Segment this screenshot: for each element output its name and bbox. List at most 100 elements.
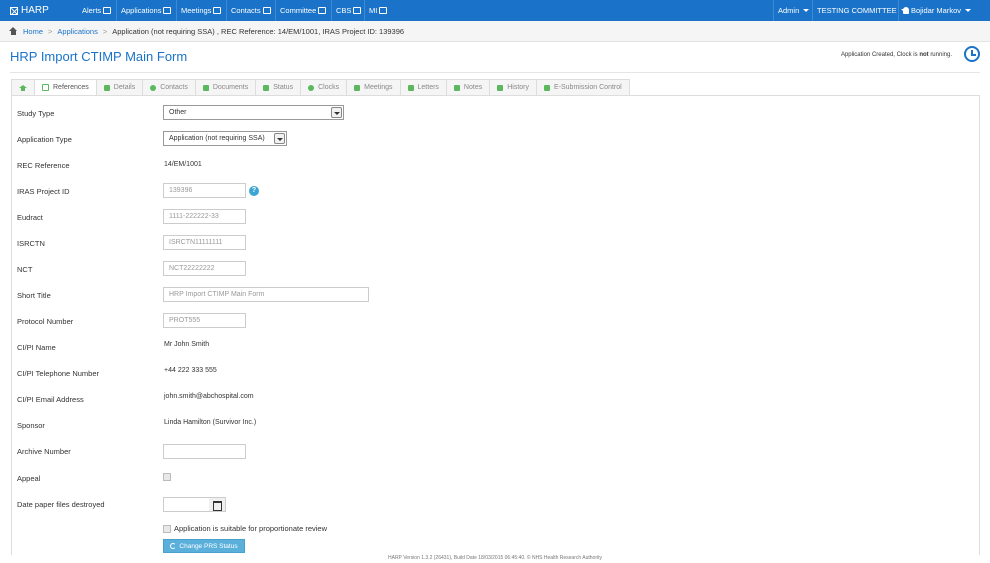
application-type-label: Application Type <box>17 135 72 144</box>
brand-logo[interactable]: HARP <box>10 0 49 21</box>
clock-icon[interactable] <box>964 46 980 62</box>
isrctn-label: ISRCTN <box>17 239 45 248</box>
nav-applications[interactable]: Applications <box>116 0 175 21</box>
short-title-input[interactable]: HRP Import CTIMP Main Form <box>163 287 369 302</box>
sponsor-value: Linda Hamilton (Survivor Inc.) <box>164 419 257 426</box>
brand-label: HARP <box>21 5 49 16</box>
tab-details-label: Details <box>113 84 136 91</box>
nav-alerts[interactable]: Alerts <box>78 0 115 21</box>
tab-references-label: References <box>53 84 89 91</box>
eudract-input[interactable]: 1111-222222-33 <box>163 209 246 224</box>
ci-pi-telephone-label: CI/PI Telephone Number <box>17 369 99 378</box>
tab-notes[interactable]: Notes <box>445 79 490 96</box>
breadcrumb-applications[interactable]: Applications <box>57 27 97 36</box>
top-navbar: HARP Alerts Applications Meetings Contac… <box>0 0 990 21</box>
application-type-value: Application (not requiring SSA) <box>169 135 265 142</box>
caret-down-icon <box>965 9 972 12</box>
tab-history[interactable]: History <box>489 79 536 96</box>
protocol-number-label: Protocol Number <box>17 317 74 326</box>
tab-contacts[interactable]: Contacts <box>142 79 195 96</box>
tab-letters[interactable]: Letters <box>399 79 446 96</box>
ci-pi-email-value: john.smith@abchospital.com <box>164 393 254 400</box>
nav-mi[interactable]: MI <box>364 0 391 21</box>
document-icon <box>544 84 550 91</box>
envelope-icon <box>407 84 414 91</box>
clock-status-bold: not <box>919 52 929 58</box>
harp-logo-icon <box>10 6 18 15</box>
proportionate-review-checkbox[interactable] <box>163 525 171 533</box>
tab-home[interactable] <box>11 79 34 96</box>
tab-references[interactable]: References <box>34 79 96 96</box>
paperclip-icon <box>202 84 209 91</box>
nav-user-label: Bojidar Markov <box>911 6 962 15</box>
home-icon <box>9 27 18 35</box>
nav-meetings[interactable]: Meetings <box>176 0 225 21</box>
nav-user-dropdown[interactable]: Bojidar Markov <box>898 0 975 21</box>
nct-input[interactable]: NCT22222222 <box>163 261 246 276</box>
tab-notes-label: Notes <box>463 84 483 91</box>
ci-pi-name-value: Mr John Smith <box>164 341 210 348</box>
archive-number-input[interactable] <box>163 444 246 459</box>
tab-letters-label: Letters <box>417 84 439 91</box>
tab-clocks[interactable]: Clocks <box>300 79 347 96</box>
appeal-label: Appeal <box>17 474 41 483</box>
refresh-icon <box>170 543 177 549</box>
home-icon <box>19 84 27 91</box>
rec-reference-value: 14/EM/1001 <box>164 161 202 168</box>
ci-pi-telephone-value: +44 222 333 555 <box>164 367 217 374</box>
tab-meetings-label: Meetings <box>364 84 393 91</box>
nav-alerts-label: Alerts <box>82 6 102 15</box>
tab-status-label: Status <box>273 84 294 91</box>
isrctn-input[interactable]: ISRCTN11111111 <box>163 235 246 250</box>
tab-e-submission-label: E-Submission Control <box>554 84 622 91</box>
pencil-icon <box>453 84 460 91</box>
iras-project-id-input[interactable]: 139396 <box>163 183 246 198</box>
clock-icon <box>308 84 315 91</box>
nav-meetings-label: Meetings <box>181 6 212 15</box>
protocol-number-input[interactable]: PROT555 <box>163 313 246 328</box>
date-paper-destroyed-input[interactable] <box>163 497 210 512</box>
short-title-label: Short Title <box>17 291 51 300</box>
title-divider <box>10 72 980 73</box>
tab-documents-label: Documents <box>212 84 249 91</box>
tab-status[interactable]: Status <box>255 79 301 96</box>
chevron-down-icon <box>331 107 342 118</box>
tab-details[interactable]: Details <box>95 79 143 96</box>
history-icon <box>497 84 504 91</box>
group-icon <box>318 7 327 14</box>
eudract-label: Eudract <box>17 213 43 222</box>
nav-contacts-label: Contacts <box>231 6 261 15</box>
application-type-select[interactable]: Application (not requiring SSA) <box>163 131 287 146</box>
nav-admin-dropdown[interactable]: Admin <box>773 0 813 21</box>
calendar-icon <box>354 84 361 91</box>
nav-mi-label: MI <box>369 6 378 15</box>
edit-icon <box>42 84 49 91</box>
nav-committee[interactable]: Committee <box>275 0 330 21</box>
iras-project-id-label: IRAS Project ID <box>17 187 70 196</box>
monitor-icon <box>103 7 112 14</box>
checkbox-icon <box>353 7 362 14</box>
tab-documents[interactable]: Documents <box>194 79 256 96</box>
nav-admin-label: Admin <box>778 6 800 15</box>
appeal-checkbox[interactable] <box>163 473 171 481</box>
breadcrumb-home[interactable]: Home <box>23 27 43 36</box>
nav-contacts[interactable]: Contacts <box>226 0 275 21</box>
book-icon <box>103 84 110 91</box>
tab-meetings[interactable]: Meetings <box>346 79 400 96</box>
nav-cbs[interactable]: CBS <box>331 0 365 21</box>
proportionate-review-label: Application is suitable for proportionat… <box>174 524 327 533</box>
study-type-select[interactable]: Other <box>163 105 344 120</box>
tab-e-submission-control[interactable]: E-Submission Control <box>536 79 630 96</box>
study-type-value: Other <box>169 109 187 116</box>
change-prs-status-button[interactable]: Change PRS Status <box>163 539 245 553</box>
ci-pi-name-label: CI/PI Name <box>17 343 56 352</box>
footer: HARP Version 1.3.2 (26431), Build Date 1… <box>388 555 602 561</box>
nav-committee-dropdown[interactable]: TESTING COMMITTEE <box>812 0 911 21</box>
user-icon <box>903 7 909 14</box>
chevron-down-icon <box>274 133 285 144</box>
help-icon[interactable]: ? <box>249 186 259 196</box>
calendar-icon[interactable] <box>209 497 226 512</box>
bar-chart-icon <box>379 7 388 14</box>
tab-contacts-label: Contacts <box>160 84 188 91</box>
change-prs-status-label: Change PRS Status <box>179 542 238 550</box>
